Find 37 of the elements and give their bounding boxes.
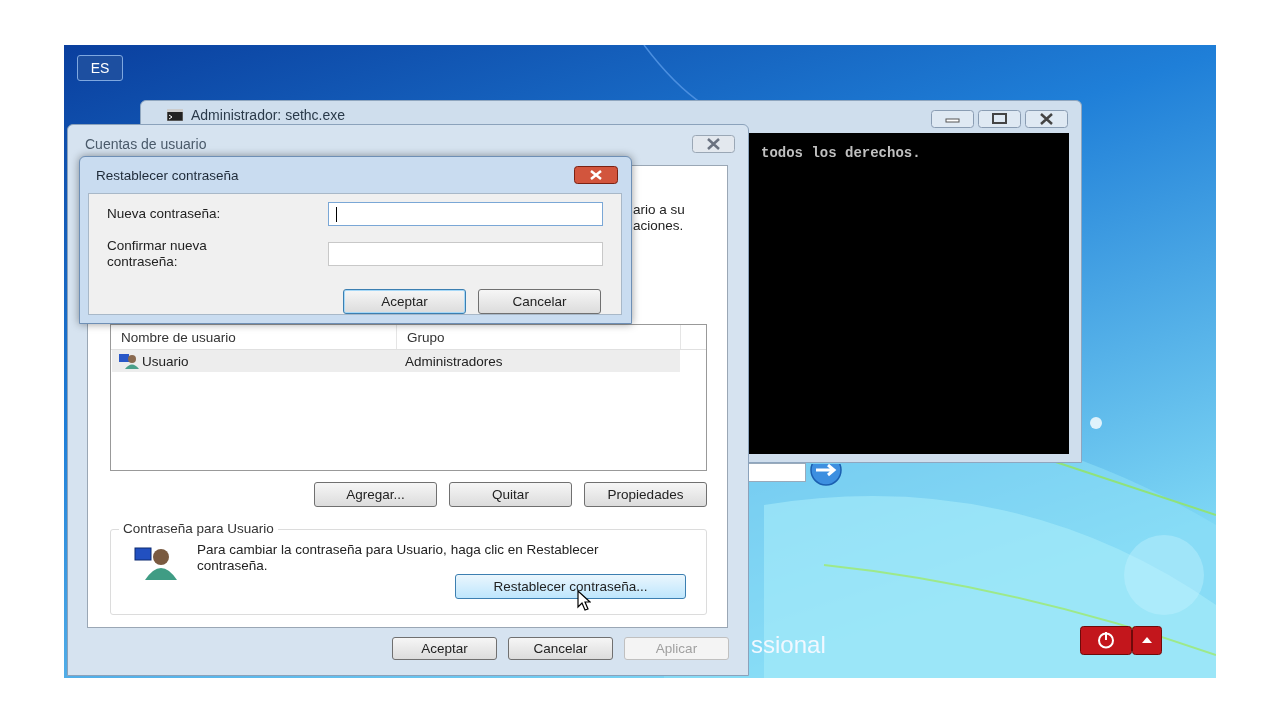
cursor-icon bbox=[577, 590, 591, 612]
users-icon bbox=[118, 353, 140, 369]
button[interactable]: Cancelar bbox=[508, 637, 613, 660]
description-text: ario a su bbox=[633, 202, 686, 218]
maximize-icon[interactable] bbox=[978, 110, 1021, 128]
reset-password-button[interactable]: Restablecer contraseña... bbox=[455, 574, 686, 599]
list-row[interactable]: Usuario Administradores bbox=[112, 350, 680, 372]
button[interactable]: Aceptar bbox=[343, 289, 466, 314]
button[interactable]: Aceptar bbox=[392, 637, 497, 660]
column-header[interactable]: Nombre de usuario bbox=[111, 325, 397, 349]
console-text: todos los derechos. bbox=[761, 145, 921, 161]
field-label: Nueva contraseña: bbox=[107, 206, 222, 222]
column-header[interactable]: Grupo bbox=[397, 325, 681, 349]
window-title: Restablecer contraseña bbox=[96, 167, 239, 183]
text-caret bbox=[336, 207, 337, 222]
button[interactable]: Agregar... bbox=[314, 482, 437, 507]
field-label: Confirmar nueva contraseña: bbox=[107, 238, 208, 270]
window-title: Cuentas de usuario bbox=[85, 136, 207, 152]
password-field[interactable] bbox=[328, 242, 603, 266]
power-icon[interactable] bbox=[1080, 626, 1132, 655]
group-title: Contraseña para Usuario bbox=[119, 521, 278, 536]
button[interactable]: Propiedades bbox=[584, 482, 707, 507]
description-text: aciones. bbox=[633, 218, 685, 234]
close-icon[interactable] bbox=[1025, 110, 1068, 128]
table-cell-text: Administradores bbox=[404, 353, 503, 369]
edition-text: ssional bbox=[751, 631, 826, 659]
language-button[interactable]: ES bbox=[77, 55, 123, 81]
console-icon bbox=[167, 109, 183, 121]
password-field[interactable] bbox=[328, 202, 603, 226]
table-cell: Usuario bbox=[142, 353, 189, 369]
user-icon bbox=[133, 544, 179, 580]
button[interactable]: Cancelar bbox=[478, 289, 601, 314]
window-title: Administrador: sethc.exe bbox=[191, 107, 346, 123]
close-icon[interactable] bbox=[574, 166, 618, 184]
description-text: Para cambiar la contraseña para Usuario, haga clic en Restablecer contraseña. bbox=[197, 542, 600, 574]
button[interactable]: Quitar bbox=[449, 482, 572, 507]
caret-icon[interactable] bbox=[1132, 626, 1162, 655]
